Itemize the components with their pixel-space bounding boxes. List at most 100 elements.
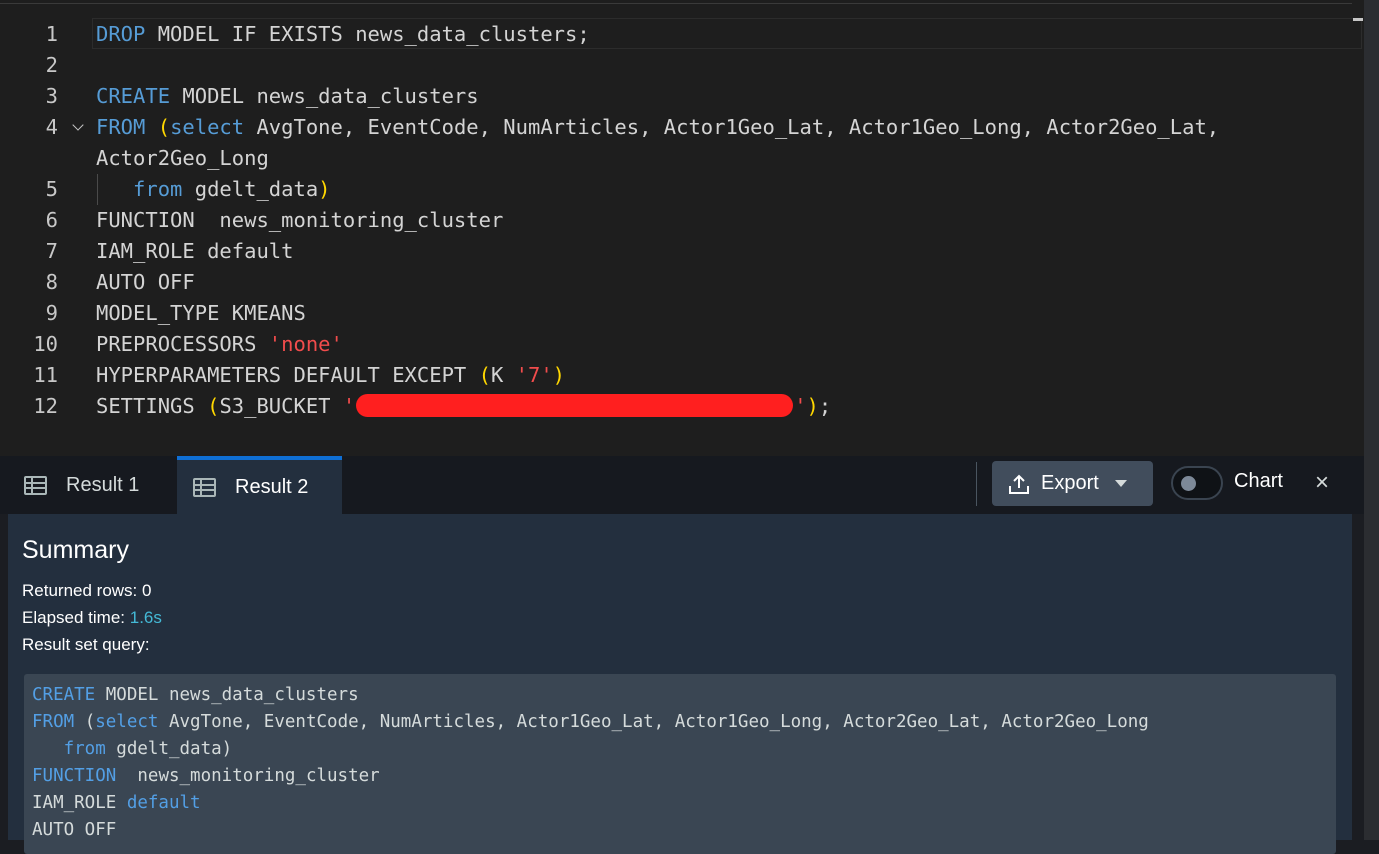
line-number: 4: [45, 115, 58, 139]
code-text: MODEL_TYPE KMEANS: [96, 298, 306, 329]
result-set-query-box: CREATE MODEL news_data_clusters FROM (sel…: [24, 674, 1336, 854]
code-line[interactable]: 2: [0, 50, 1350, 81]
tab-result-2[interactable]: Result 2: [177, 456, 342, 514]
elapsed-time: Elapsed time: 1.6s: [22, 608, 162, 628]
sql-bracket: ): [318, 177, 331, 201]
line-number: 7: [45, 239, 58, 263]
sql-token: Actor2Geo_Long: [96, 146, 269, 170]
export-button[interactable]: Export: [992, 461, 1153, 506]
query-line: from gdelt_data): [32, 736, 233, 763]
sql-token: AUTO OFF: [96, 270, 195, 294]
code-line[interactable]: 9 MODEL_TYPE KMEANS: [0, 298, 1350, 329]
chart-label: Chart: [1234, 470, 1283, 492]
table-icon: [24, 475, 47, 495]
sql-keyword: CREATE: [96, 84, 171, 108]
sql-keyword: FUNCTION: [32, 766, 117, 786]
query-line: IAM_ROLE default: [32, 790, 201, 817]
sql-keyword: CREATE: [32, 685, 96, 705]
sql-token: gdelt_data: [182, 177, 319, 201]
line-number: 10: [33, 332, 58, 356]
code-line[interactable]: 7 IAM_ROLE default: [0, 236, 1350, 267]
sql-token: FUNCTION news_monitoring_cluster: [96, 208, 504, 232]
sql-token: news_monitoring_cluster: [116, 766, 380, 786]
redacted-value: [356, 394, 794, 417]
sql-token: SETTINGS: [96, 394, 208, 418]
tab-label: Result 1: [66, 473, 140, 496]
line-number: 3: [45, 84, 58, 108]
sql-string: ': [342, 394, 356, 418]
tab-result-1[interactable]: Result 1: [0, 456, 176, 514]
sql-token: AvgTone, EventCode, NumArticles, Actor1G…: [244, 115, 1220, 139]
code-line[interactable]: 12 SETTINGS (S3_BUCKET ' ');: [0, 391, 1350, 422]
editor-scrollbar[interactable]: [1364, 0, 1379, 840]
sql-token: HYPERPARAMETERS DEFAULT EXCEPT: [96, 363, 479, 387]
sql-token: MODEL IF EXISTS news_data_clusters;: [145, 22, 590, 46]
line-number: 5: [45, 177, 58, 201]
result-set-query-label: Result set query:: [22, 635, 150, 654]
sql-string: '7': [515, 363, 553, 387]
elapsed-value: 1.6s: [129, 608, 162, 627]
line-number: 12: [33, 394, 58, 418]
code-text: PREPROCESSORS 'none': [96, 329, 343, 360]
close-icon[interactable]: ×: [1311, 470, 1333, 496]
sql-keyword: FROM: [32, 712, 75, 732]
sql-bracket: (: [157, 115, 171, 139]
toggle-knob: [1181, 476, 1196, 491]
sql-keyword: DROP: [96, 22, 146, 46]
sql-keyword: select: [170, 115, 245, 139]
query-line: FROM (select AvgTone, EventCode, NumArti…: [32, 709, 1149, 736]
sql-bracket: ): [552, 363, 566, 387]
elapsed-label: Elapsed time:: [22, 608, 125, 627]
line-number: 6: [45, 208, 58, 232]
sql-bracket: ): [806, 394, 819, 418]
chevron-down-icon[interactable]: [70, 112, 90, 143]
caret-down-icon: [1114, 480, 1127, 487]
export-label: Export: [1041, 472, 1099, 494]
code-text: AUTO OFF: [96, 267, 195, 298]
editor-top-border: [0, 3, 1352, 4]
table-icon: [193, 477, 216, 497]
sql-token: ;: [818, 394, 832, 418]
sql-token: K: [490, 363, 516, 387]
result-tab-bar: Result 1 Result 2 Export Chart ×: [0, 456, 1364, 514]
sql-token: MODEL_TYPE KMEANS: [96, 301, 306, 325]
sql-keyword: FROM: [96, 115, 146, 139]
code-line[interactable]: 10 PREPROCESSORS 'none': [0, 329, 1350, 360]
code-text: from gdelt_data): [96, 174, 331, 205]
code-line[interactable]: 1 DROP MODEL IF EXISTS news_data_clusters…: [0, 19, 1350, 50]
code-text: FUNCTION news_monitoring_cluster: [96, 205, 503, 236]
query-line: CREATE MODEL news_data_clusters: [32, 682, 359, 709]
query-line: FUNCTION news_monitoring_cluster: [32, 763, 380, 790]
sql-token: (: [74, 712, 96, 732]
sql-token: AUTO OFF: [32, 820, 117, 840]
code-line[interactable]: 11 HYPERPARAMETERS DEFAULT EXCEPT (K '7'): [0, 360, 1350, 391]
line-number: 8: [45, 270, 58, 294]
line-number: 2: [45, 53, 58, 77]
code-line[interactable]: Actor2Geo_Long: [0, 143, 1350, 174]
chart-toggle[interactable]: [1171, 466, 1223, 500]
results-panel: Summary Returned rows: 0 Elapsed time: 1…: [8, 514, 1352, 854]
code-line[interactable]: 3 CREATE MODEL news_data_clusters: [0, 81, 1350, 112]
sql-token: gdelt_data): [105, 739, 233, 759]
tab-label: Result 2: [235, 475, 309, 498]
sql-string: 'none': [268, 332, 343, 356]
returned-rows: Returned rows: 0: [22, 581, 152, 600]
sql-token: IAM_ROLE: [32, 793, 127, 813]
code-text: Actor2Geo_Long: [96, 143, 269, 174]
code-line[interactable]: 5 from gdelt_data): [0, 174, 1350, 205]
code-text: CREATE MODEL news_data_clusters: [96, 81, 479, 112]
toolbar-divider: [976, 462, 977, 506]
scrollbar-thumb[interactable]: [1353, 18, 1363, 21]
sql-editor[interactable]: 1 DROP MODEL IF EXISTS news_data_clusters…: [0, 0, 1364, 456]
code-line[interactable]: 6 FUNCTION news_monitoring_cluster: [0, 205, 1350, 236]
code-text: IAM_ROLE default: [96, 236, 293, 267]
sql-string: ': [794, 394, 807, 418]
sql-keyword: default: [126, 793, 201, 813]
sql-token: IAM_ROLE default: [96, 239, 294, 263]
code-line[interactable]: 8 AUTO OFF: [0, 267, 1350, 298]
code-line[interactable]: 4 FROM (select AvgTone, EventCode, NumArt…: [0, 112, 1350, 143]
line-number: 9: [45, 301, 58, 325]
